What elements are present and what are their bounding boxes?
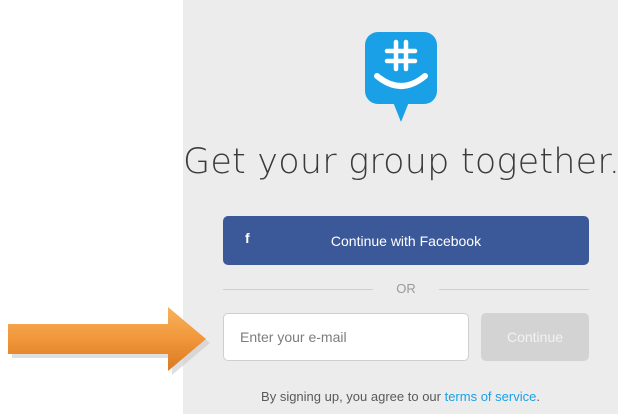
groupme-logo-icon <box>365 32 437 122</box>
facebook-button-label: Continue with Facebook <box>330 232 482 249</box>
or-divider-label: OR <box>396 281 416 296</box>
terms-notice: By signing up, you agree to our terms of… <box>183 389 618 404</box>
divider-line-left <box>223 289 373 290</box>
continue-with-facebook-button[interactable]: f Continue with Facebook <box>223 216 589 265</box>
page-title: Get your group together. <box>183 142 618 182</box>
facebook-icon: f <box>245 230 250 246</box>
continue-button[interactable]: Continue <box>481 313 589 361</box>
email-input[interactable] <box>223 313 469 361</box>
terms-suffix: . <box>536 389 540 404</box>
divider-line-right <box>439 289 589 290</box>
orange-arrow-icon <box>8 307 210 375</box>
terms-prefix: By signing up, you agree to our <box>261 389 445 404</box>
terms-of-service-link[interactable]: terms of service <box>445 389 537 404</box>
